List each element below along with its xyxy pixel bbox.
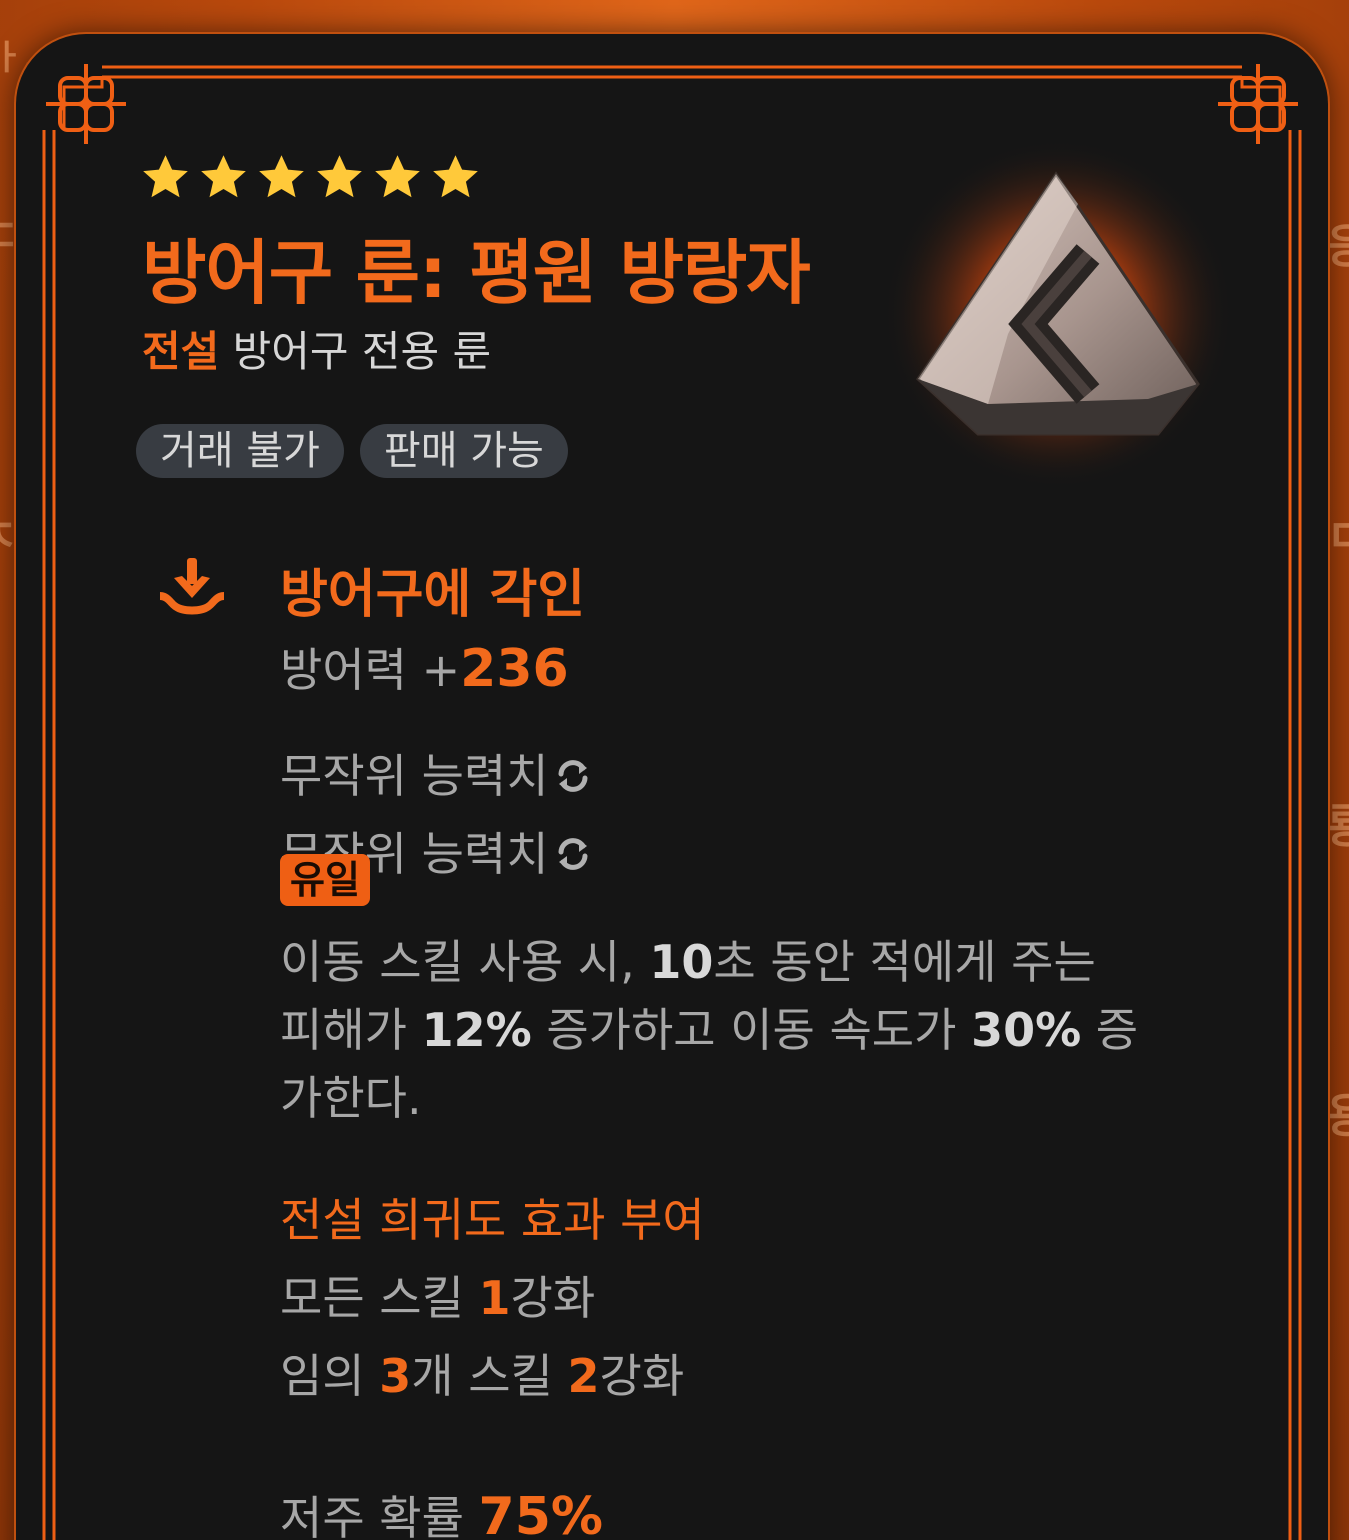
desc-damage: 12% [421,1003,532,1057]
item-type: 방어구 전용 룬 [232,327,492,376]
defense-value: 236 [460,639,569,699]
legend-line1-pre: 모든 스킬 [280,1271,479,1325]
edge-glyph-right-2: ㅁ [1326,509,1349,563]
random-stat-label-1: 무작위 능력치 [280,749,549,803]
refresh-icon [558,760,588,792]
unique-badge: 유일 [280,854,370,906]
legend-line2-num2: 2 [567,1349,600,1403]
item-tooltip-card: 방어구 룬: 평원 방랑자 전설 방어구 전용 룬 거래 불가 판매 가능 방어… [16,34,1328,1540]
desc-duration: 10 [649,935,714,989]
item-rarity: 전설 [142,327,220,376]
legend-line2-pre: 임의 [280,1349,380,1403]
legend-effect-line-1: 모든 스킬 1강화 [280,1262,595,1328]
legend-line2-mid: 개 스킬 [411,1349,568,1403]
refresh-icon [558,838,588,870]
star-icon [143,155,188,198]
edge-glyph-right-3: 룡 [1326,799,1349,853]
unique-effect-description: 이동 스킬 사용 시, 10초 동안 적에게 주는 피해가 12% 증가하고 이… [280,928,1140,1132]
legend-line1-num: 1 [478,1271,511,1325]
legend-line2-num1: 3 [379,1349,412,1403]
desc-speed: 30% [971,1003,1082,1057]
edge-glyph-right-1: 응 [1326,219,1349,273]
curse-chance: 저주 확률 75% [280,1482,603,1540]
star-icon [201,155,246,198]
star-icon [317,155,362,198]
tag-sellable: 판매 가능 [359,424,568,478]
desc-part-3: 증가하고 이동 속도가 [531,1003,972,1057]
edge-glyph-right-4: 용 [1326,1089,1349,1143]
item-tags: 거래 불가 판매 가능 [136,424,568,478]
item-name: 방어구 룬: 평원 방랑자 [142,232,811,314]
tooltip-page: ㅏ. ㄷ ㅈ 응 ㅁ 룡 용 [0,0,1349,1540]
star-icon [259,155,304,198]
engrave-section-title: 방어구에 각인 [280,565,586,625]
item-subtitle: 전설 방어구 전용 룬 [142,318,491,379]
legend-effect-line-2: 임의 3개 스킬 2강화 [280,1340,684,1406]
curse-label: 저주 확률 [280,1491,479,1540]
desc-part-1: 이동 스킬 사용 시, [280,935,650,989]
rating-stars [140,152,481,203]
legend-effect-title: 전설 희귀도 효과 부여 [280,1193,705,1247]
defense-label: 방어력 + [280,643,461,697]
star-icon [375,155,420,198]
rune-stone-icon [883,139,1233,489]
download-icon [160,558,224,615]
curse-value: 75% [478,1487,603,1540]
legend-line1-post: 강화 [510,1271,596,1325]
random-stat-1: 무작위 능력치 [280,740,593,806]
legend-line2-post: 강화 [599,1349,685,1403]
tag-untradable: 거래 불가 [136,424,344,478]
star-icon [433,155,478,198]
defense-stat: 방어력 +236 [280,634,569,700]
